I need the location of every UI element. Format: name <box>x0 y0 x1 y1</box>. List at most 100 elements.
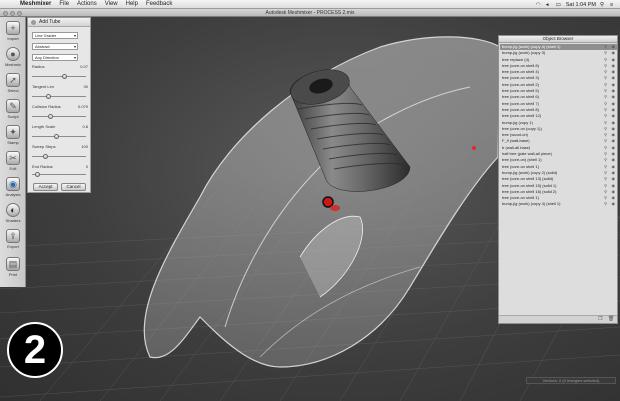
tool-export[interactable]: ⇪ Export <box>2 228 24 252</box>
param-label: Radius <box>32 64 45 69</box>
param-sweep-steps: Sweep Steps 100 <box>32 144 88 149</box>
tool-select[interactable]: ➚ Select <box>2 72 24 96</box>
tool-label: Select <box>7 88 19 93</box>
battery-icon[interactable]: ▭ <box>556 2 562 8</box>
object-name: tree (core-on shell 1) <box>502 195 539 201</box>
tool-meshmix[interactable]: ● Meshmix <box>2 46 24 70</box>
chevron-down-icon: ▾ <box>73 44 76 49</box>
minimize-window-button[interactable] <box>10 10 15 16</box>
menu-file[interactable]: File <box>55 1 73 7</box>
object-name: tree replace (4) <box>502 56 530 62</box>
object-browser-title: Object Browser <box>499 36 617 43</box>
menu-view[interactable]: View <box>101 1 122 7</box>
spotlight-search-icon[interactable]: ⚲ <box>600 2 606 8</box>
tool-shaders[interactable]: ◐ Shaders <box>2 202 24 226</box>
param-label: Length Scale <box>32 124 56 129</box>
dropdown-value: Any Direction <box>35 55 59 60</box>
menu-feedback[interactable]: Feedback <box>142 1 176 7</box>
accept-button[interactable]: Accept <box>33 183 58 191</box>
stamp-icon: ✦ <box>6 125 20 139</box>
chevron-down-icon: ▾ <box>73 33 76 38</box>
trash-icon[interactable]: 🗑 <box>608 317 614 322</box>
slider-knob[interactable] <box>53 134 59 139</box>
tool-sculpt[interactable]: ✎ Sculpt <box>2 98 24 122</box>
param-value[interactable]: 0.079 <box>78 104 88 109</box>
volume-icon[interactable]: ◂ <box>546 2 552 8</box>
status-area: ◠ ◂ ▭ Sat 1:04 PM ⚲ ≡ <box>536 0 616 9</box>
app-menu[interactable]: Meshmixer <box>16 1 55 7</box>
object-name: tree (wood-on) <box>502 132 529 138</box>
param-label: End Radius <box>32 164 53 169</box>
panel-title: Add Tube <box>39 19 61 25</box>
wifi-icon[interactable]: ◠ <box>536 2 542 8</box>
tool-label: Print <box>8 272 18 277</box>
tube-type-dropdown[interactable]: Line Grader ▾ <box>32 32 78 39</box>
tool-print[interactable]: ▤ Print <box>2 256 24 280</box>
panel-collapse-icon[interactable] <box>31 19 36 25</box>
tool-label: Analysis <box>5 192 21 197</box>
param-value[interactable]: 30 <box>84 84 88 89</box>
tool-stamp[interactable]: ✦ Stamp <box>2 124 24 148</box>
tool-label: Export <box>7 244 19 249</box>
add-tube-panel: Add Tube Line Grader ▾ Abstract ▾ Any Di… <box>27 17 91 193</box>
end-radius-slider[interactable] <box>32 172 86 177</box>
tube-target-dropdown[interactable]: Any Direction ▾ <box>32 54 78 61</box>
tool-analysis[interactable]: ◉ Analysis <box>2 176 24 200</box>
param-tangent-len: Tangent Len 30 <box>32 84 88 89</box>
param-value[interactable]: 0.8 <box>82 124 88 129</box>
notification-list-icon[interactable]: ≡ <box>610 2 616 8</box>
slider-knob[interactable] <box>48 114 54 119</box>
pivot-icon[interactable]: ⚲ <box>604 201 607 207</box>
tool-edit[interactable]: ✂ Edit <box>2 150 24 174</box>
object-browser: Object Browser bump-jig (work) (copy 4) … <box>498 35 618 324</box>
object-browser-footer: ❐ 🗑 <box>499 315 617 323</box>
tool-label: Shaders <box>5 218 21 223</box>
object-name: tree (core-on shell 13) (solid) <box>502 176 554 182</box>
tube-mode-dropdown[interactable]: Abstract ▾ <box>32 43 78 50</box>
tool-label: Stamp <box>7 140 19 145</box>
object-name: tr (wall-all base) <box>502 144 531 150</box>
object-name: tree (core-on shell 2) <box>502 81 539 87</box>
param-value[interactable]: 100 <box>81 144 88 149</box>
step-number-badge: 2 <box>7 322 63 378</box>
menu-actions[interactable]: Actions <box>73 1 101 7</box>
object-name: tree (core-on shell 7) <box>502 100 539 106</box>
object-name: tree (core-on shell 1) <box>502 163 539 169</box>
menu-help[interactable]: Help <box>122 1 142 7</box>
tool-import[interactable]: + Import <box>2 20 24 44</box>
param-value[interactable]: 0.07 <box>80 64 88 69</box>
tool-label: Meshmix <box>4 62 21 67</box>
tube-end-marker[interactable] <box>472 146 476 150</box>
object-name: bump-jig (work) (copy 4) (shell 1) <box>502 201 561 207</box>
edit-icon: ✂ <box>6 151 20 165</box>
window-controls <box>3 10 22 16</box>
param-radius: Radius 0.07 <box>32 64 88 69</box>
clock[interactable]: Sat 1:04 PM <box>566 2 596 8</box>
collision-radius-slider[interactable] <box>32 114 86 119</box>
object-name: F_9 (wall-base) <box>502 138 530 144</box>
slider-knob[interactable] <box>61 74 67 79</box>
tool-label: Edit <box>9 166 17 171</box>
duplicate-icon[interactable]: ❐ <box>598 317 603 322</box>
radius-slider[interactable] <box>32 74 86 79</box>
visibility-eye-icon[interactable]: ◉ <box>612 201 616 207</box>
param-label: Collision Radius <box>32 104 61 109</box>
object-name: bump-jig (work) (copy 3) <box>502 50 546 56</box>
tangent-len-slider[interactable] <box>32 94 86 99</box>
window-title-bar: Autodesk Meshmixer - PROCESS 2.mix <box>0 9 620 17</box>
tool-label: Sculpt <box>7 114 19 119</box>
length-scale-slider[interactable] <box>32 134 86 139</box>
close-window-button[interactable] <box>3 10 8 16</box>
param-end-radius: End Radius 0 <box>32 164 88 169</box>
slider-knob[interactable] <box>42 154 48 159</box>
zoom-window-button[interactable] <box>17 10 22 16</box>
object-row[interactable]: bump-jig (work) (copy 4) (shell 1) ⚲ ◉ <box>500 201 617 207</box>
sweep-steps-slider[interactable] <box>32 154 86 159</box>
param-value[interactable]: 0 <box>86 164 88 169</box>
slider-knob[interactable] <box>45 94 51 99</box>
object-name: tree (core-on (copy 1)) <box>502 125 542 131</box>
cancel-button[interactable]: Cancel <box>61 183 86 191</box>
param-label: Tangent Len <box>32 84 55 89</box>
slider-knob[interactable] <box>34 172 40 177</box>
object-name: tree (core-on shell 16) (solid 2) <box>502 188 557 194</box>
